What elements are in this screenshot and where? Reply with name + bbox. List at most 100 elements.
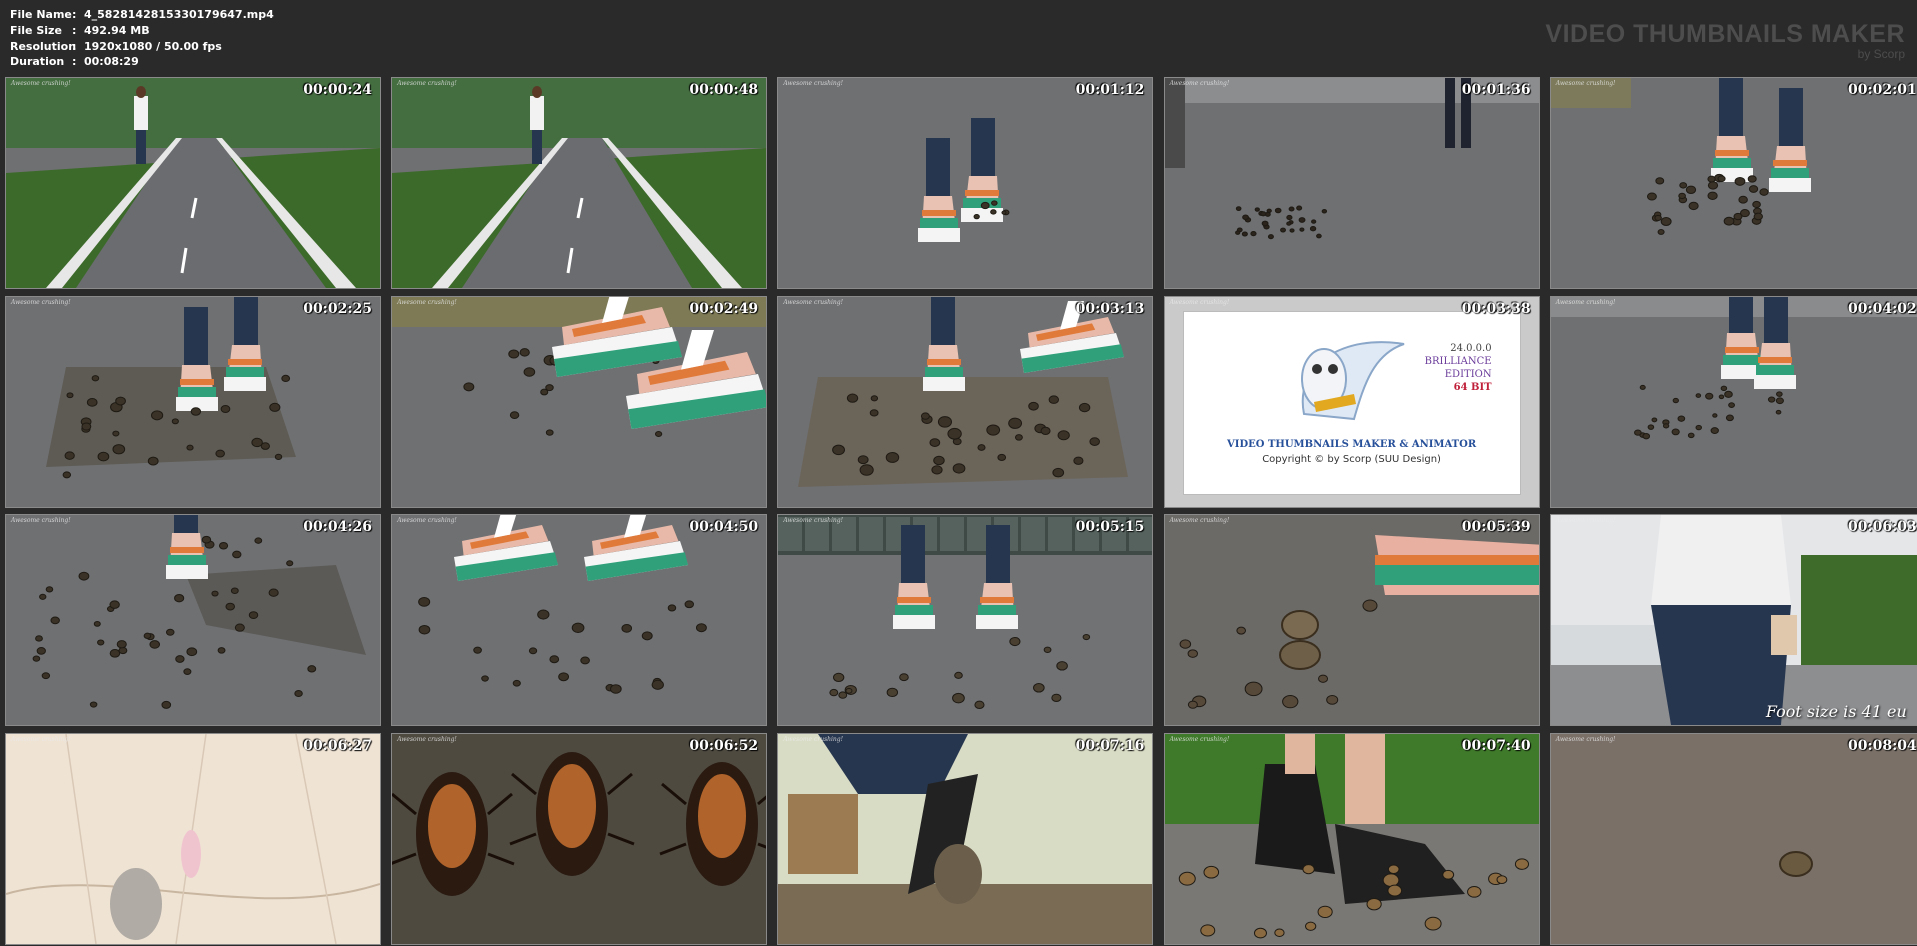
watermark-text: Awesome crushing! bbox=[397, 298, 457, 306]
watermark-text: Awesome crushing! bbox=[1169, 80, 1230, 87]
thumbnail-image bbox=[778, 78, 1153, 288]
thumbnail-image bbox=[778, 515, 1153, 725]
thumbnail-image bbox=[778, 733, 1153, 944]
resolution-label: Resolution bbox=[10, 39, 77, 53]
thumbnail-tile[interactable]: Awesome crushing! 00:05:15 bbox=[777, 514, 1154, 726]
copyright-text: Copyright © by Scorp (SUU Design) bbox=[1262, 453, 1441, 465]
thumbnail-image bbox=[6, 733, 380, 944]
thumbnail-tile[interactable]: Awesome crushing! 00:06:03 Foot size is 41… bbox=[1549, 514, 1917, 726]
file-name-row: File Name : 4_5828142815330179647.mp4 bbox=[10, 7, 274, 23]
timestamp: 00:05:15 bbox=[1075, 519, 1145, 535]
timestamp: 00:03:13 bbox=[1075, 300, 1145, 317]
thumbnail-image bbox=[6, 515, 380, 725]
watermark-text: Awesome crushing! bbox=[397, 735, 457, 743]
watermark-text: Awesome crushing! bbox=[783, 735, 844, 743]
watermark-text: Awesome crushing! bbox=[11, 298, 71, 306]
thumbnail-image bbox=[1550, 515, 1917, 725]
watermark-text: Awesome crushing! bbox=[1169, 517, 1230, 524]
thumbnail-image bbox=[6, 296, 380, 507]
file-size-label: File Size bbox=[10, 23, 62, 37]
thumbnail-grid: Awesome crushing! 00:00:24 Awesome crushin… bbox=[5, 77, 1917, 945]
file-name-value: 4_5828142815330179647.mp4 bbox=[84, 8, 274, 21]
thumbnail-image bbox=[392, 733, 767, 944]
timestamp: 00:08:04 bbox=[1848, 737, 1917, 754]
thumbnail-tile[interactable]: Awesome crushing! 00:01:12 bbox=[777, 77, 1154, 289]
thumbnail-tile[interactable]: Awesome crushing! 00:07:16 bbox=[777, 732, 1154, 945]
edition-line-1: BRILLIANCE bbox=[1424, 355, 1492, 367]
file-size-value: 492.94 MB bbox=[84, 23, 150, 37]
thumbnail-tile[interactable]: Awesome crushing! 00:07:40 bbox=[1163, 732, 1540, 945]
watermark-text: Awesome crushing! bbox=[11, 735, 71, 743]
watermark-text: Awesome crushing! bbox=[397, 80, 457, 87]
timestamp: 00:06:03 bbox=[1848, 519, 1917, 535]
thumbnail-image bbox=[1164, 733, 1539, 944]
owl-mascot-icon bbox=[1300, 340, 1404, 420]
separator: : bbox=[72, 23, 77, 37]
separator: : bbox=[72, 8, 77, 21]
watermark-text: Awesome crushing! bbox=[1555, 298, 1616, 306]
watermark-text: Awesome crushing! bbox=[11, 517, 71, 524]
timestamp: 00:07:16 bbox=[1075, 737, 1145, 754]
thumbnail-tile[interactable]: Awesome crushing! 00:00:24 bbox=[5, 77, 381, 289]
thumbnail-tile[interactable]: Awesome crushing! 00:08:04 bbox=[1549, 732, 1917, 945]
watermark-text: Awesome crushing! bbox=[1169, 298, 1230, 306]
timestamp: 00:06:27 bbox=[303, 737, 372, 754]
version-info: 24.0.0.0 BRILLIANCE EDITION 64 BIT bbox=[1425, 342, 1492, 394]
timestamp: 00:01:12 bbox=[1075, 82, 1145, 98]
thumbnail-tile[interactable]: Awesome crushing! 00:03:13 bbox=[777, 295, 1154, 508]
duration-value: 00:08:29 bbox=[84, 55, 139, 69]
timestamp: 00:01:36 bbox=[1461, 82, 1531, 98]
thumbnail-tile[interactable]: Awesome crushing! 00:00:48 bbox=[391, 77, 768, 289]
thumbnail-image bbox=[6, 78, 380, 288]
thumbnail-image bbox=[1550, 78, 1917, 288]
timestamp: 00:05:39 bbox=[1461, 519, 1531, 535]
timestamp: 00:00:48 bbox=[689, 82, 759, 98]
thumbnail-tile[interactable]: Awesome crushing! 00:06:52 bbox=[391, 732, 768, 945]
watermark-text: Awesome crushing! bbox=[1169, 735, 1230, 743]
thumbnail-tile[interactable]: Awesome crushing! 00:02:49 bbox=[391, 295, 768, 508]
thumbnail-image bbox=[1164, 515, 1539, 725]
duration-row: Duration : 00:08:29 bbox=[10, 54, 274, 70]
timestamp: 00:02:49 bbox=[689, 300, 759, 317]
bits-label: 64 BIT bbox=[1453, 381, 1492, 393]
timestamp: 00:04:02 bbox=[1848, 300, 1917, 317]
watermark-text: Awesome crushing! bbox=[1555, 80, 1616, 87]
thumbnail-image bbox=[778, 296, 1153, 507]
file-size-row: File Size : 492.94 MB bbox=[10, 23, 274, 39]
watermark-text: Awesome crushing! bbox=[783, 298, 844, 306]
thumbnail-image bbox=[392, 515, 767, 725]
watermark-text: Awesome crushing! bbox=[1555, 517, 1616, 524]
timestamp: 00:02:01 bbox=[1848, 82, 1917, 98]
thumbnail-tile[interactable]: Awesome crushing! 00:02:25 bbox=[5, 295, 381, 508]
thumbnail-tile[interactable]: Awesome crushing! 00:02:01 bbox=[1549, 77, 1917, 289]
file-name-label: File Name bbox=[10, 8, 72, 21]
thumbnail-tile[interactable]: Awesome crushing! 00:06:27 bbox=[5, 732, 381, 945]
thumbnail-image bbox=[392, 296, 767, 507]
thumbnail-tile[interactable]: Awesome crushing! 00:04:26 bbox=[5, 514, 381, 726]
thumbnail-tile[interactable]: Awesome crushing! 00:04:50 bbox=[391, 514, 768, 726]
thumbnail-tile[interactable]: 24.0.0.0 BRILLIANCE EDITION 64 BIT VIDEO… bbox=[1163, 295, 1540, 508]
timestamp: 00:07:40 bbox=[1461, 737, 1531, 754]
product-name: VIDEO THUMBNAILS MAKER & ANIMATOR bbox=[1227, 438, 1477, 450]
timestamp: 00:03:38 bbox=[1461, 300, 1531, 317]
watermark-text: Awesome crushing! bbox=[397, 517, 457, 524]
watermark-text: Awesome crushing! bbox=[1555, 735, 1616, 743]
separator: : bbox=[72, 55, 77, 69]
watermark-text: Awesome crushing! bbox=[783, 80, 844, 87]
watermark-text: Awesome crushing! bbox=[11, 80, 71, 87]
brand-title: VIDEO THUMBNAILS MAKER bbox=[1545, 20, 1905, 48]
watermark-text: Awesome crushing! bbox=[783, 517, 844, 524]
timestamp: 00:02:25 bbox=[303, 300, 372, 317]
timestamp: 00:04:26 bbox=[303, 519, 372, 535]
resolution-row: Resolution : 1920x1080 / 50.00 fps bbox=[10, 39, 274, 55]
version-number: 24.0.0.0 bbox=[1450, 342, 1492, 354]
resolution-value: 1920x1080 / 50.00 fps bbox=[84, 39, 222, 53]
software-splash-screen: 24.0.0.0 BRILLIANCE EDITION 64 BIT VIDEO… bbox=[1182, 310, 1521, 495]
thumbnail-tile[interactable]: Awesome crushing! 00:01:36 bbox=[1163, 77, 1540, 289]
thumbnail-caption: Foot size is 41 eu bbox=[1765, 702, 1907, 721]
thumbnail-image bbox=[1164, 78, 1539, 288]
edition-line-2: EDITION bbox=[1444, 368, 1492, 380]
duration-label: Duration bbox=[10, 55, 65, 69]
thumbnail-tile[interactable]: Awesome crushing! 00:04:02 bbox=[1549, 295, 1917, 508]
thumbnail-tile[interactable]: Awesome crushing! 00:05:39 bbox=[1163, 514, 1540, 726]
